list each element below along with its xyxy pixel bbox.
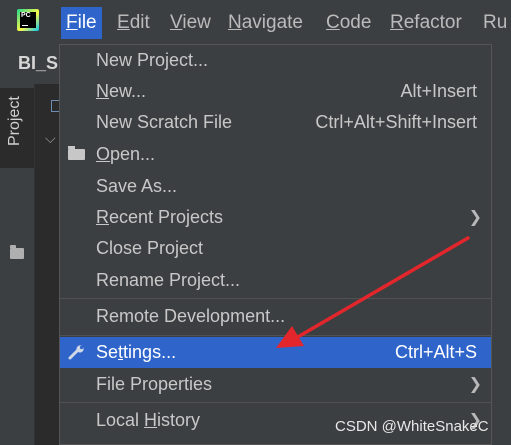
menu-item-close-project[interactable]: Close Project	[60, 233, 491, 264]
menu-item-new-project[interactable]: New Project...	[60, 45, 491, 76]
project-panel: ⌵	[35, 84, 61, 445]
menu-item-recent-projects[interactable]: Recent Projects ❯	[60, 202, 491, 233]
menu-item-settings[interactable]: Settings... Ctrl+Alt+S	[60, 337, 491, 368]
left-tool-strip: Project	[0, 84, 35, 445]
menu-run[interactable]: Ru	[478, 7, 511, 39]
menu-item-file-properties[interactable]: File Properties ❯	[60, 369, 491, 400]
menu-refactor[interactable]: Refactor	[385, 7, 467, 39]
shortcut-label: Ctrl+Alt+Shift+Insert	[315, 112, 477, 132]
folder-open-icon	[68, 146, 85, 160]
project-tool-tab[interactable]: Project	[0, 88, 34, 168]
menu-file[interactable]: File	[61, 7, 102, 39]
menu-item-new[interactable]: New... Alt+Insert	[60, 76, 491, 107]
menu-item-rename-project[interactable]: Rename Project...	[60, 265, 491, 296]
wrench-icon	[68, 345, 84, 360]
folder-icon[interactable]	[10, 245, 24, 259]
watermark: CSDN @WhiteSnakeC	[335, 418, 489, 435]
menu-item-remote-development[interactable]: Remote Development...	[60, 301, 491, 332]
shortcut-label: Alt+Insert	[400, 81, 477, 101]
file-menu-dropdown: New Project... New... Alt+Insert New Scr…	[59, 44, 492, 445]
menu-separator	[60, 335, 491, 336]
menu-code[interactable]: Code	[321, 7, 376, 39]
menu-edit[interactable]: Edit	[112, 7, 155, 39]
menu-item-new-scratch-file[interactable]: New Scratch File Ctrl+Alt+Shift+Insert	[60, 107, 491, 138]
chevron-down-icon[interactable]: ⌵	[45, 130, 56, 147]
menu-item-open[interactable]: Open...	[60, 139, 491, 170]
menu-separator	[60, 402, 491, 403]
pycharm-logo-icon[interactable]: PC	[17, 9, 39, 31]
menu-item-save-as[interactable]: Save As...	[60, 171, 491, 202]
menu-bar: PC File Edit View Navigate Code Refactor…	[0, 0, 511, 44]
project-name-bar: BI_SI	[0, 44, 63, 84]
chevron-right-icon: ❯	[468, 209, 482, 226]
shortcut-label: Ctrl+Alt+S	[394, 342, 477, 362]
project-name[interactable]: BI_SI	[18, 53, 63, 74]
menu-view[interactable]: View	[165, 7, 216, 39]
chevron-right-icon: ❯	[468, 376, 482, 393]
menu-separator	[60, 298, 491, 299]
menu-navigate[interactable]: Navigate	[223, 7, 308, 39]
project-tab-label: Project	[6, 96, 23, 146]
